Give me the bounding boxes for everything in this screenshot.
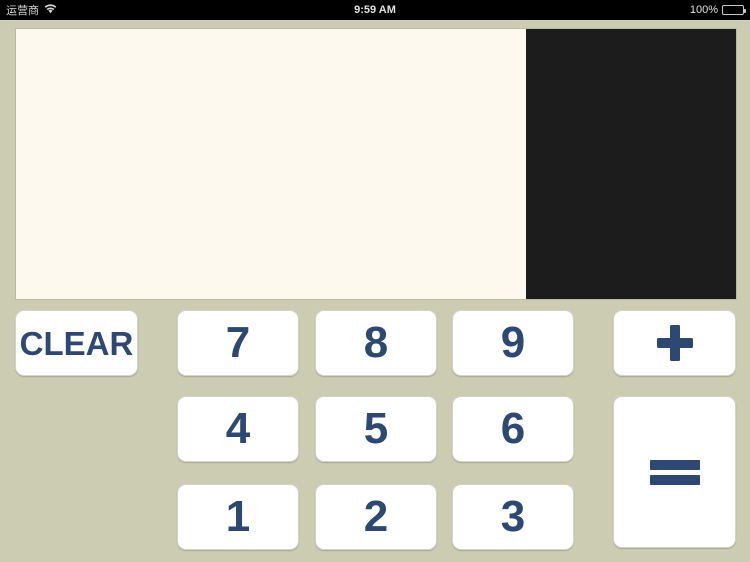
equals-icon [648, 454, 702, 490]
status-bar-time: 9:59 AM [354, 4, 396, 16]
key-5[interactable]: 5 [315, 396, 437, 462]
key-8-label: 8 [363, 318, 389, 367]
key-1[interactable]: 1 [177, 484, 299, 550]
key-7-label: 7 [225, 318, 251, 367]
key-2[interactable]: 2 [315, 484, 437, 550]
key-9[interactable]: 9 [452, 310, 574, 376]
status-bar-right: 100% [689, 4, 746, 16]
key-4-label: 4 [225, 404, 251, 453]
plus-icon [652, 320, 698, 366]
plus-button[interactable] [613, 310, 736, 376]
key-9-label: 9 [500, 318, 526, 367]
key-2-label: 2 [363, 492, 389, 541]
clear-button-label: CLEAR [19, 324, 134, 362]
key-1-label: 1 [225, 492, 251, 541]
key-3-label: 3 [500, 492, 526, 541]
key-6-label: 6 [500, 404, 526, 453]
key-3[interactable]: 3 [452, 484, 574, 550]
calculator-display [15, 28, 737, 300]
key-5-label: 5 [363, 404, 389, 453]
display-dark-panel [526, 29, 736, 299]
status-bar: 运营商 9:59 AM 100% [0, 0, 750, 20]
battery-full-icon [722, 5, 746, 15]
key-4[interactable]: 4 [177, 396, 299, 462]
calculator-app: 运营商 9:59 AM 100% CLEAR 7 8 9 4 5 6 1 2 3 [0, 0, 750, 562]
battery-percent-label: 100% [689, 4, 718, 16]
key-6[interactable]: 6 [452, 396, 574, 462]
key-8[interactable]: 8 [315, 310, 437, 376]
key-7[interactable]: 7 [177, 310, 299, 376]
clear-button[interactable]: CLEAR [15, 310, 138, 376]
equals-button[interactable] [613, 396, 736, 548]
keypad: CLEAR 7 8 9 4 5 6 1 2 3 [0, 300, 750, 562]
